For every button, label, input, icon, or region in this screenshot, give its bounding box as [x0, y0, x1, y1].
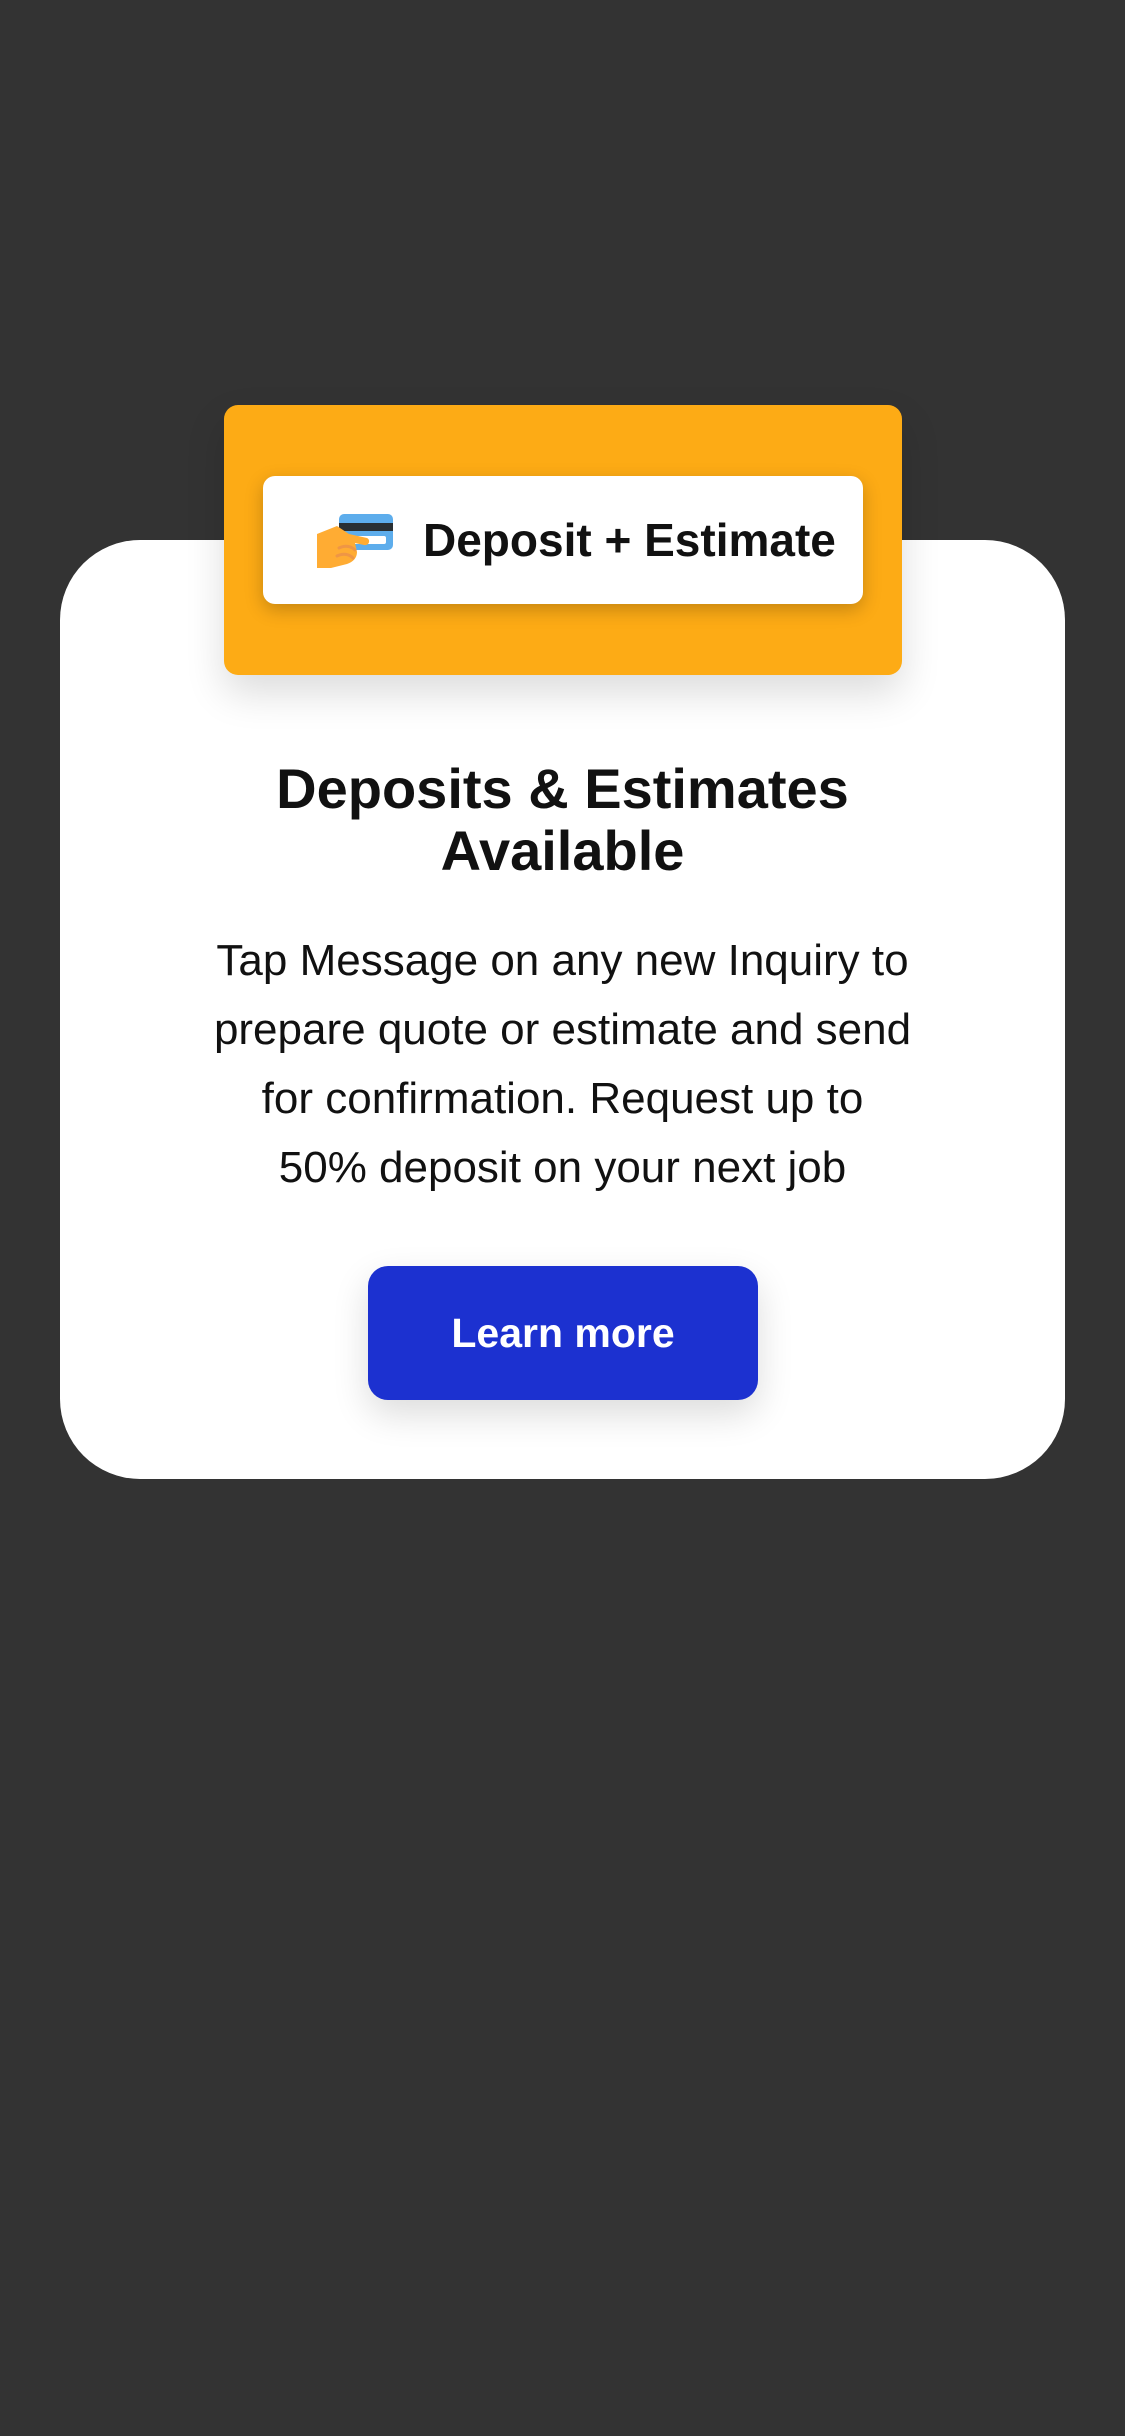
- card-title-line-2: Available: [440, 819, 685, 882]
- card-title: Deposits & Estimates Available: [60, 758, 1065, 882]
- card-description-line-1: Tap Message on any new Inquiry to: [216, 936, 909, 985]
- promo-card: Deposits & Estimates Available Tap Messa…: [60, 540, 1065, 1479]
- learn-more-button[interactable]: Learn more: [368, 1266, 758, 1400]
- card-description-line-2: prepare quote or estimate and send: [213, 1005, 912, 1054]
- feature-badge: Deposit + Estimate: [263, 476, 863, 604]
- card-description-line-4: 50% deposit on your next job: [278, 1143, 847, 1192]
- feature-badge-label: Deposit + Estimate: [423, 514, 836, 566]
- card-description: Tap Message on any new Inquiry to prepar…: [60, 926, 1065, 1202]
- card-description-line-3: for confirmation. Request up to: [261, 1074, 864, 1123]
- feature-banner: Deposit + Estimate: [224, 405, 902, 675]
- card-title-line-1: Deposits & Estimates: [276, 757, 849, 820]
- hand-with-credit-card-icon: [317, 514, 393, 568]
